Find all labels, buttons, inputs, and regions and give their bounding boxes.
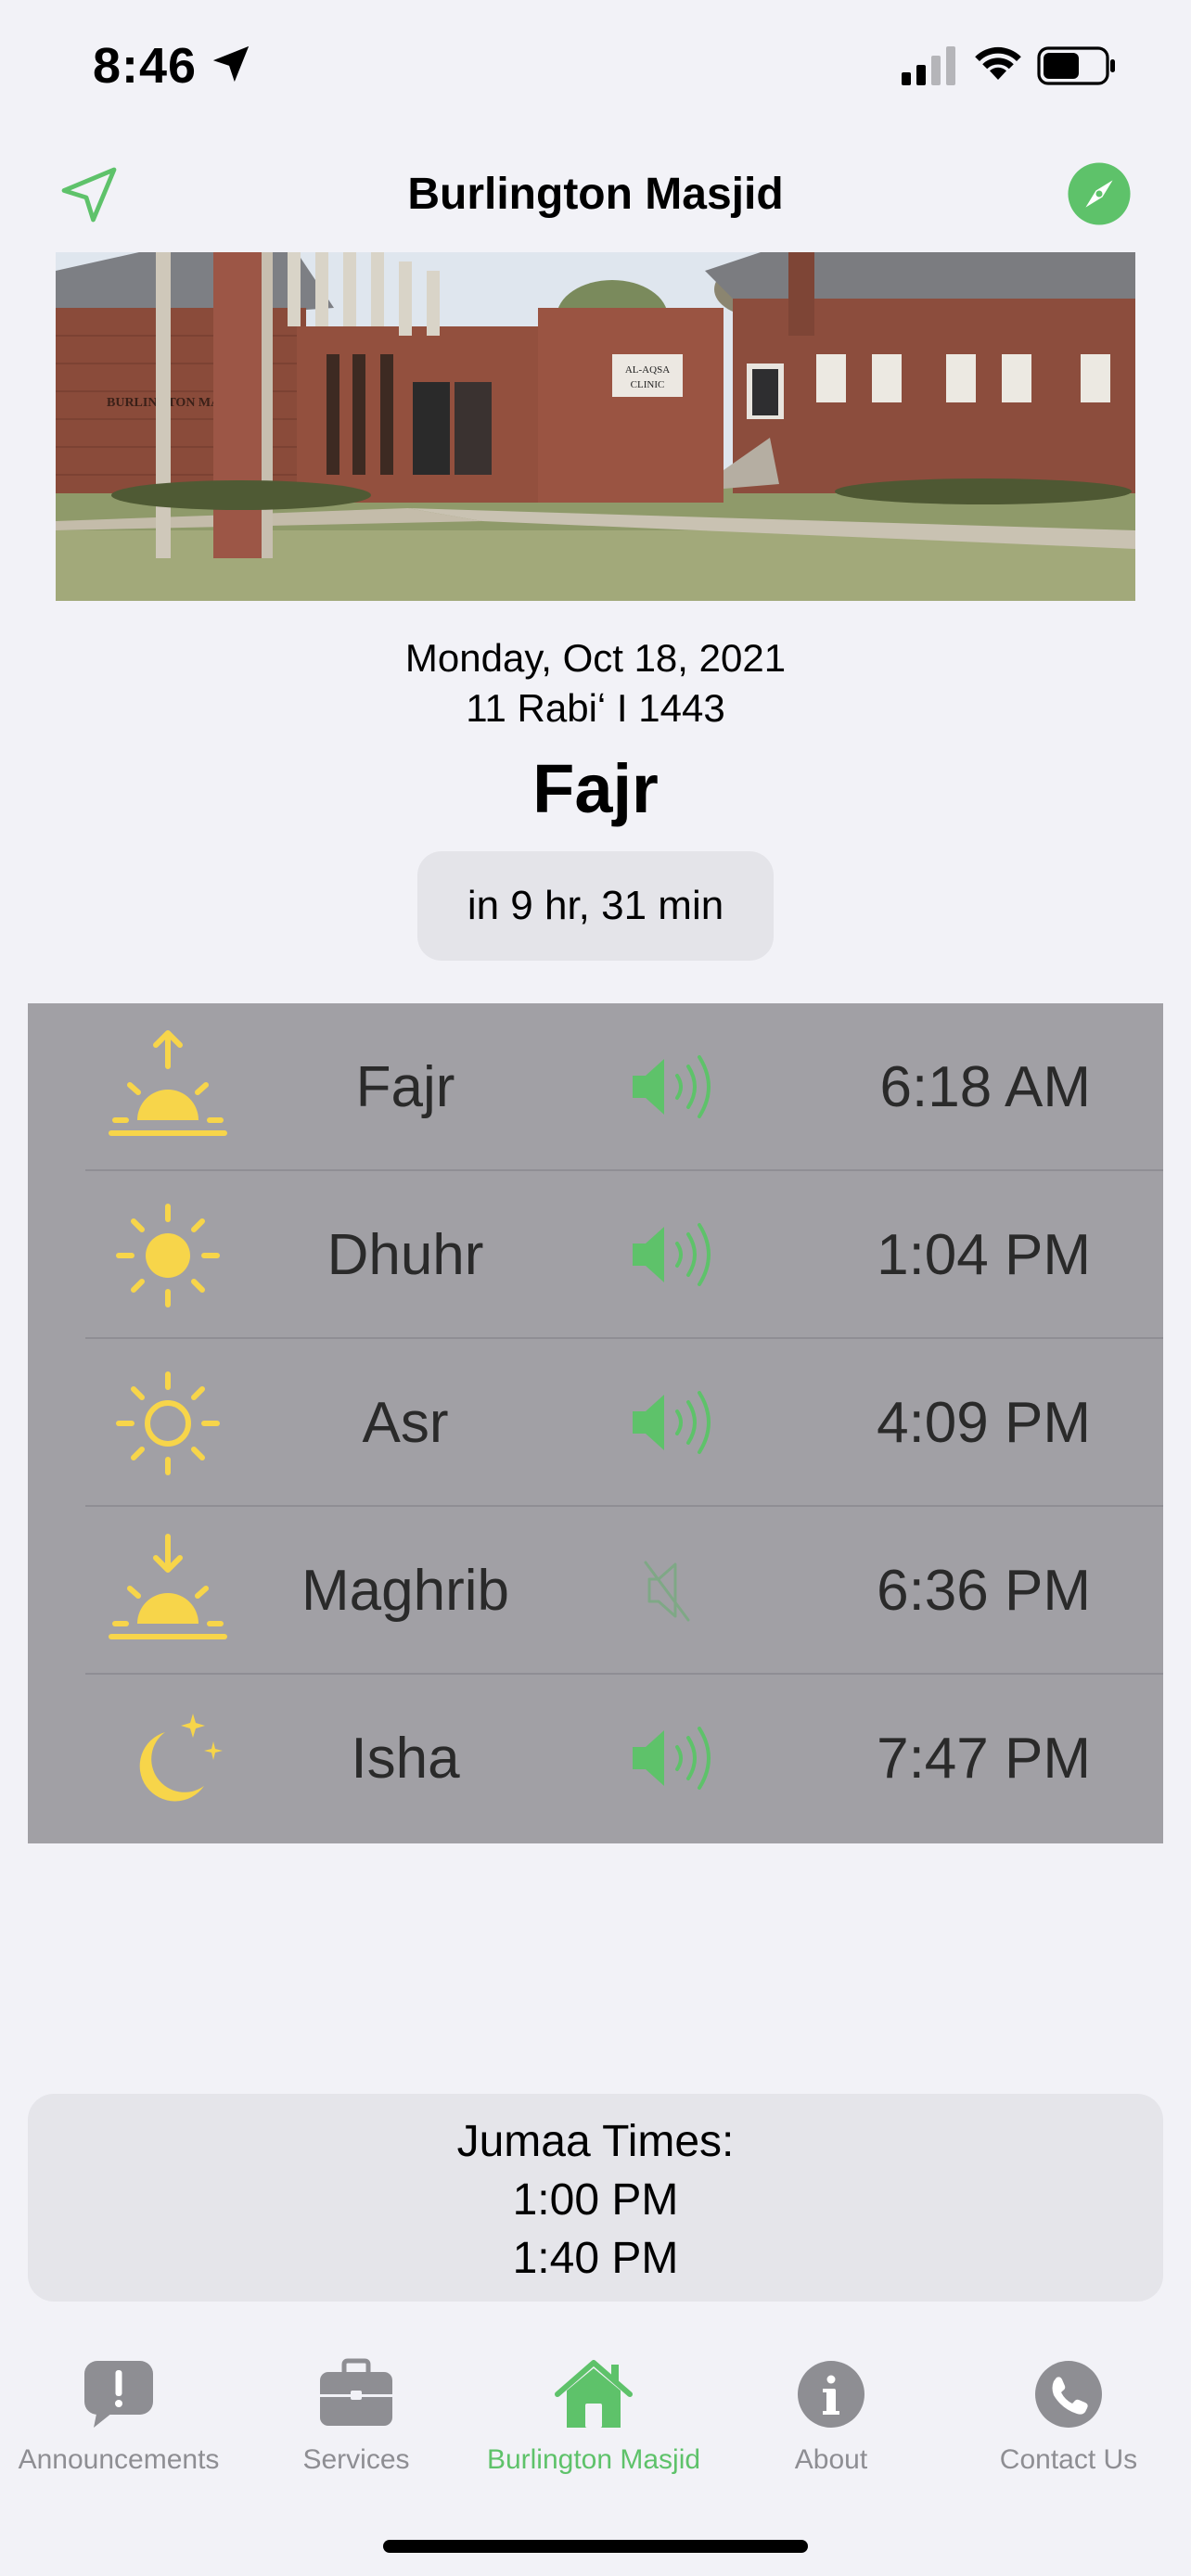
jumaa-times-card: Jumaa Times: 1:00 PM 1:40 PM: [28, 2094, 1163, 2302]
speaker-sound-on-icon[interactable]: [629, 1723, 722, 1793]
prayer-name: Maghrib: [301, 1559, 509, 1623]
tab-burlington-masjid[interactable]: Burlington Masjid: [475, 2344, 712, 2483]
tab-announcements[interactable]: Announcements: [0, 2344, 237, 2483]
wifi-icon: [975, 46, 1021, 80]
tab-label: Burlington Masjid: [486, 2444, 701, 2475]
masjid-photo: BURLINGTON MASJID AL-AQSA CLINIC: [56, 252, 1135, 601]
prayer-row-fajr: Fajr 6:18 AM: [28, 1003, 1163, 1171]
tab-bar: Announcements Services Burlington Masjid…: [0, 2344, 1191, 2493]
navigation-bar: Burlington Masjid: [0, 148, 1191, 241]
moon-stars-icon: [139, 1714, 223, 1802]
page-title: Burlington Masjid: [407, 170, 784, 219]
prayer-row-maghrib: Maghrib 6:36 PM: [28, 1507, 1163, 1675]
jumaa-time: 1:00 PM: [512, 2175, 679, 2225]
status-time: 8:46: [93, 38, 198, 94]
prayer-time: 6:18 AM: [879, 1055, 1091, 1119]
cellular-signal-icon: [902, 46, 955, 85]
prayer-row-asr: Asr 4:09 PM: [28, 1339, 1163, 1507]
briefcase-icon: [320, 2358, 392, 2426]
tab-label: Announcements: [18, 2444, 220, 2475]
prayer-row-dhuhr: Dhuhr 1:04 PM: [28, 1171, 1163, 1339]
tab-services[interactable]: Services: [237, 2344, 475, 2483]
prayer-time: 7:47 PM: [877, 1727, 1091, 1791]
jumaa-title: Jumaa Times:: [456, 2117, 735, 2166]
prayer-times-table: Fajr 6:18 AM Dhuhr 1:04 PM Asr 4:09 PM M…: [28, 1003, 1163, 1843]
tab-label: Services: [302, 2444, 410, 2475]
house-icon: [555, 2360, 633, 2428]
battery-icon: [1037, 46, 1115, 85]
prayer-time: 1:04 PM: [877, 1223, 1091, 1287]
next-prayer-countdown: in 9 hr, 31 min: [417, 851, 774, 961]
prayer-name: Fajr: [355, 1055, 455, 1119]
status-bar: 8:46: [0, 0, 1191, 130]
prayer-name: Isha: [351, 1727, 460, 1791]
sunrise-icon: [109, 1030, 227, 1136]
sun-outline-icon: [116, 1371, 220, 1475]
speaker-muted-icon[interactable]: [629, 1555, 722, 1626]
info-icon: [798, 2361, 864, 2428]
hijri-date: 11 Rabiʻ I 1443: [466, 686, 725, 730]
speaker-sound-on-icon[interactable]: [629, 1219, 722, 1290]
prayer-name: Dhuhr: [327, 1223, 484, 1287]
home-indicator[interactable]: [383, 2540, 808, 2553]
masjid-building-illustration: BURLINGTON MASJID AL-AQSA CLINIC: [56, 252, 1135, 601]
sun-icon: [116, 1204, 220, 1307]
location-arrow-icon: [212, 45, 250, 83]
prayer-time: 4:09 PM: [877, 1391, 1091, 1455]
tab-label: About: [794, 2444, 868, 2475]
prayer-name: Asr: [362, 1391, 449, 1455]
speaker-sound-on-icon[interactable]: [629, 1052, 722, 1122]
speaker-sound-on-icon[interactable]: [629, 1387, 722, 1458]
prayer-row-isha: Isha 7:47 PM: [28, 1675, 1163, 1843]
prayer-time: 6:36 PM: [877, 1559, 1091, 1623]
sunset-icon: [109, 1534, 227, 1639]
gregorian-date: Monday, Oct 18, 2021: [404, 636, 787, 680]
tab-about[interactable]: About: [712, 2344, 950, 2483]
exclamation-bubble-icon: [84, 2361, 153, 2428]
jumaa-time: 1:40 PM: [512, 2234, 679, 2283]
tab-contact-us[interactable]: Contact Us: [950, 2344, 1187, 2483]
clinic-sign-line-1: AL-AQSA: [625, 364, 670, 376]
phone-icon: [1035, 2361, 1102, 2428]
compass-icon[interactable]: [1067, 161, 1132, 226]
clinic-sign-line-2: CLINIC: [631, 379, 665, 390]
next-prayer-name: Fajr: [532, 750, 659, 827]
tab-label: Contact Us: [999, 2444, 1138, 2475]
